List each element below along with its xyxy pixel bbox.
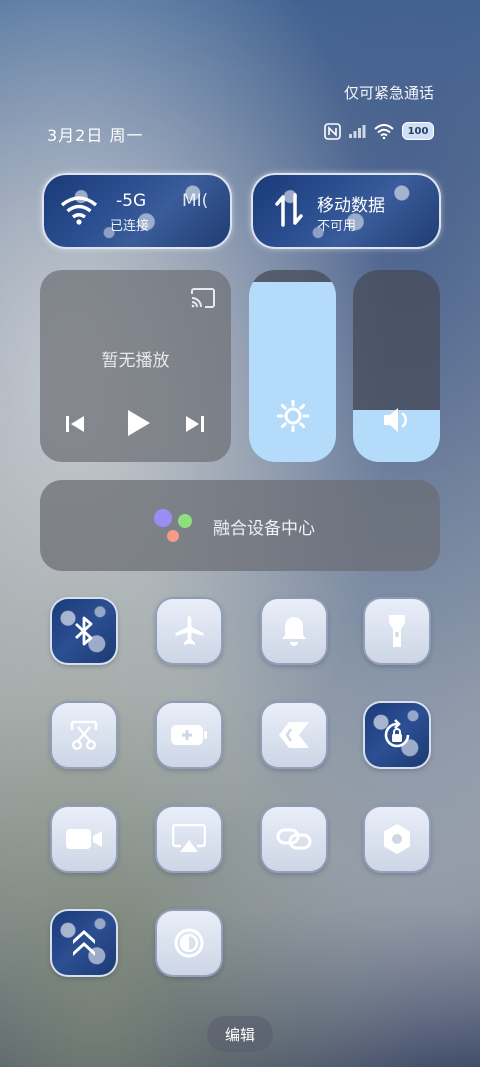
do-not-disturb-toggle[interactable] — [260, 597, 328, 665]
signal-icon — [349, 124, 366, 138]
media-player-card: 暂无播放 — [40, 270, 231, 462]
wifi-status: 已连接 — [110, 219, 150, 234]
scissors-icon — [70, 720, 98, 751]
mobile-data-icon — [275, 193, 303, 231]
bluetooth-toggle[interactable] — [50, 597, 118, 665]
wifi-extra-text: MI( — [182, 191, 209, 211]
airplay-icon — [172, 824, 206, 852]
wifi-status-icon — [374, 123, 394, 139]
airplane-mode-toggle[interactable] — [155, 597, 223, 665]
battery-plus-icon — [171, 725, 207, 745]
battery-saver-toggle[interactable] — [155, 701, 223, 769]
airplane-icon — [175, 616, 204, 645]
cast-icon[interactable] — [190, 288, 216, 312]
performance-mode-toggle[interactable] — [50, 909, 118, 977]
brightness-slider[interactable] — [249, 270, 336, 462]
nfc-icon — [324, 122, 341, 140]
rotation-lock-icon — [384, 719, 410, 748]
link-icon — [276, 828, 312, 850]
battery-indicator: 100 — [402, 122, 434, 140]
contrast-circle-icon — [174, 928, 204, 958]
wifi-icon — [60, 195, 98, 229]
bluetooth-icon — [75, 616, 93, 646]
hexagon-nut-icon — [384, 824, 410, 854]
play-button[interactable] — [124, 408, 152, 442]
video-camera-icon — [66, 829, 102, 849]
flashlight-toggle[interactable] — [363, 597, 431, 665]
date-text: 3月2日 周一 — [47, 126, 144, 145]
volume-slider[interactable] — [353, 270, 440, 462]
wifi-tile[interactable]: -5G 已连接 MI( — [42, 173, 232, 249]
next-track-button[interactable] — [184, 413, 206, 439]
screenshot-toggle[interactable] — [50, 701, 118, 769]
previous-track-button[interactable] — [64, 413, 86, 439]
rotation-lock-toggle[interactable] — [363, 701, 431, 769]
reading-mode-toggle[interactable] — [155, 909, 223, 977]
settings-nut-toggle[interactable] — [363, 805, 431, 873]
status-icons: 100 — [324, 122, 434, 140]
mobile-data-label: 移动数据 — [317, 196, 385, 216]
double-chevron-up-icon — [73, 930, 95, 956]
emergency-calls-only-text: 仅可紧急通话 — [343, 84, 434, 102]
volume-icon — [382, 406, 412, 438]
media-title: 暂无播放 — [101, 351, 170, 371]
flashlight-icon — [389, 615, 405, 647]
link-share-toggle[interactable] — [260, 701, 328, 769]
edit-button[interactable]: 编辑 — [207, 1016, 273, 1052]
wifi-network-name: -5G — [116, 191, 147, 211]
screen-recorder-toggle[interactable] — [50, 805, 118, 873]
device-hub-icon — [151, 507, 195, 549]
mobile-data-tile[interactable]: 移动数据 不可用 — [251, 173, 441, 249]
device-hub-label: 融合设备中心 — [213, 519, 315, 539]
brightness-icon — [276, 399, 310, 436]
hyperlink-toggle[interactable] — [260, 805, 328, 873]
bell-icon — [282, 617, 306, 646]
cast-screen-toggle[interactable] — [155, 805, 223, 873]
mobile-data-status: 不可用 — [317, 219, 357, 234]
share-arrows-icon — [279, 722, 309, 748]
